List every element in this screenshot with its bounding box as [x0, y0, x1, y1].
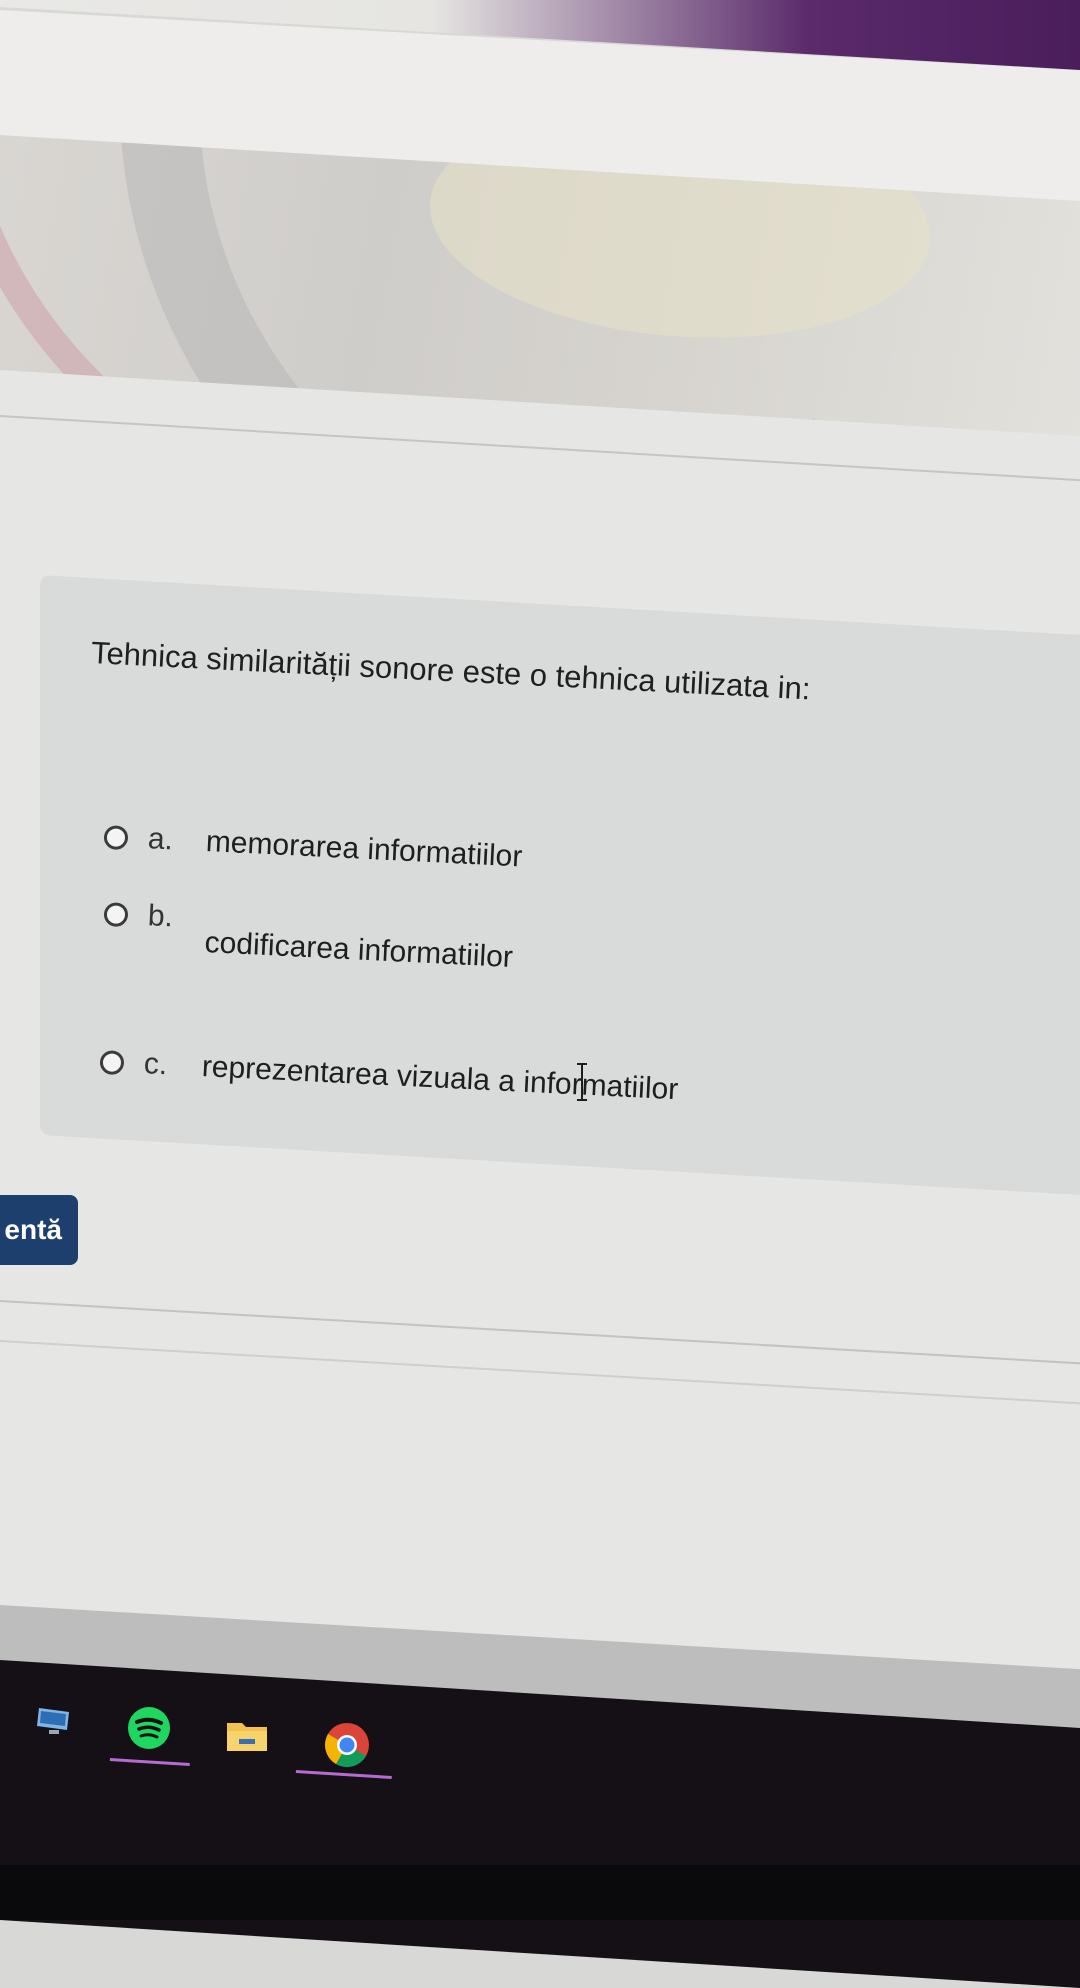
- chrome-icon[interactable]: [322, 1720, 372, 1770]
- text-cursor-icon: [575, 1062, 589, 1102]
- radio-button[interactable]: [103, 825, 129, 851]
- spotify-icon[interactable]: [124, 1703, 174, 1753]
- next-page-button[interactable]: entă: [0, 1195, 78, 1265]
- option-letter: a.: [147, 822, 174, 857]
- option-letter: c.: [143, 1047, 169, 1082]
- option-letter: b.: [147, 899, 174, 934]
- radio-button[interactable]: [103, 902, 129, 928]
- monitor-bezel: [0, 1865, 1080, 1920]
- computer-icon[interactable]: [30, 1695, 80, 1745]
- radio-button[interactable]: [99, 1050, 125, 1076]
- file-explorer-icon[interactable]: [222, 1710, 272, 1760]
